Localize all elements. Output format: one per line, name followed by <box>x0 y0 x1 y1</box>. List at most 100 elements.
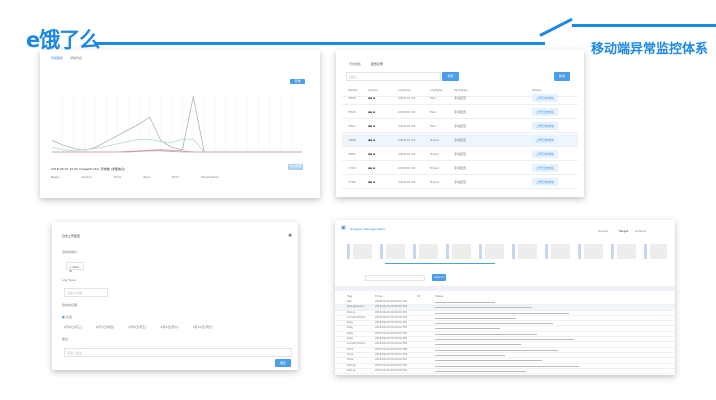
user-id-redacted: ▪▪ ▪ <box>368 124 376 128</box>
header-line-right <box>572 24 716 27</box>
log-time: 2018-06-24 09:00:00.341 <box>375 358 408 362</box>
table-cell: 7785 <box>348 180 356 184</box>
table-row[interactable]: 7825 2018-07-22 Taro 手动配置 上传日志成功 ▪▪ ▪ <box>342 106 578 119</box>
detail-header: Type <box>143 175 151 179</box>
pagination-bar[interactable] <box>335 286 675 291</box>
trend-chart-panel: 异常趋势 详情列表 查询 2018-06-07 15:00 ImageMonit… <box>40 50 320 198</box>
query-button[interactable]: 查询 <box>290 79 305 84</box>
date-checkbox[interactable]: 6月8日(周五) <box>128 325 146 329</box>
status-tag[interactable]: 上传日志成功 <box>532 164 559 172</box>
table-row[interactable]: 7817 2018-07-22 Taro 手动配置 上传日志成功 ▪▪ ▪ <box>342 120 578 133</box>
select-all-checkbox[interactable]: ■ 全选 <box>62 315 72 319</box>
log-value-bar <box>435 307 532 309</box>
config-records-panel: 异常收集 配置记录 请输入 搜索 新增 TaskId Userld LogTime L… <box>336 50 584 197</box>
log-value-bar <box>435 328 500 330</box>
tab-list[interactable]: 详情列表 <box>70 56 82 60</box>
table-cell: 2018-07-22 <box>398 138 416 142</box>
log-tag: Diag <box>347 321 353 325</box>
log-row[interactable]: Daring 2018-06-24 09:00:00.342 <box>335 368 675 375</box>
table-cell: 7801 <box>348 152 356 156</box>
user-id-redacted: ▪▪ ▪ <box>368 180 376 184</box>
log-time: 2018-06-24 09:00:00.338 <box>375 347 408 351</box>
table-cell: Taro <box>430 96 437 100</box>
user-id-redacted: ▪▪ ▪ <box>368 138 376 142</box>
date-checkbox[interactable]: 6月6日(周三) <box>64 325 82 329</box>
status-tag[interactable]: 上传日志成功 <box>532 122 559 130</box>
add-button[interactable]: 新增 <box>554 72 570 81</box>
table-cell: 手动配置 <box>454 96 467 100</box>
log-tag: DebugSession <box>347 305 365 309</box>
log-value-bar <box>435 339 574 341</box>
table-row[interactable]: 7833 2018-07-22 Taro 手动配置 上传日志成功 ▪▪ ▪ <box>342 92 578 105</box>
log-type-input[interactable]: 请输入内容 <box>64 288 108 297</box>
user-id-redacted: ▪▪ ▪ <box>368 110 376 114</box>
tab-source[interactable]: Source <box>598 229 608 233</box>
tab-trend[interactable]: 异常趋势 <box>51 56 63 60</box>
status-tag[interactable]: 上传日志成功 <box>532 94 559 102</box>
user-id-redacted: ▪▪ ▪ <box>368 152 376 156</box>
log-type-label: Log Type: <box>62 278 77 282</box>
search-button[interactable]: Search <box>432 274 446 281</box>
table-cell: Taro <box>430 110 437 114</box>
user-tag[interactable]: + New ID <box>66 262 84 273</box>
table-row[interactable]: 7785 2018-07-22 Trojan 手动配置 上传日志成功 ▪▪ ▪ <box>342 176 578 189</box>
table-cell: 手动配置 <box>454 110 467 114</box>
close-icon[interactable]: ✖ <box>288 233 292 239</box>
table-cell: Trojan <box>430 166 439 170</box>
export-button[interactable]: 导出数据 <box>288 164 303 170</box>
table-row[interactable]: 7801 2018-07-22 Trojan 手动配置 上传日志成功 ▪▪ ▪ <box>342 148 578 161</box>
log-time: 2018-06-24 09:00:00.333 <box>375 315 408 319</box>
date-checkbox[interactable]: 6月7日(周四) <box>96 325 114 329</box>
location-input[interactable] <box>365 275 425 281</box>
status-tag[interactable]: 上传日志成功 <box>532 108 559 116</box>
table-cell: 2018-07-22 <box>398 124 416 128</box>
tab-collect[interactable]: 异常收集 <box>349 62 361 66</box>
status-tag[interactable]: 上传日志成功 <box>532 150 559 158</box>
log-tag: Tools <box>347 358 354 362</box>
table-row[interactable]: 7793 2018-07-22 Trojan 手动配置 上传日志成功 ▪▪ ▪ <box>342 162 578 175</box>
search-button[interactable]: 搜索 <box>442 72 459 81</box>
detail-header: Time <box>113 175 122 179</box>
series-line <box>52 138 302 153</box>
tab-records[interactable]: 配置记录 <box>371 62 383 66</box>
table-cell: 2018-07-22 <box>398 152 416 156</box>
status-tag[interactable]: 上传日志成功 <box>532 136 559 144</box>
filter-checkboxes[interactable] <box>347 244 667 259</box>
table-cell: 手动配置 <box>454 124 467 128</box>
detail-title: 2018-06-07 15:00 ImageMonitor 异常数 (详细信息) <box>51 167 126 171</box>
table-cell: 手动配置 <box>454 180 467 184</box>
date-checkbox[interactable]: 6月10日(周日) <box>193 325 213 329</box>
tab-actions[interactable]: Actions <box>635 229 646 233</box>
submit-button[interactable]: 确定 <box>275 359 291 367</box>
range-slider[interactable] <box>385 263 495 264</box>
log-time: 2018-06-24 09:00:00.332 <box>375 305 408 309</box>
table-cell: 手动配置 <box>454 152 467 156</box>
tab-target[interactable]: Target <box>619 229 628 233</box>
detail-header: Error <box>172 175 180 179</box>
series-line <box>52 96 302 153</box>
table-cell: 7833 <box>348 96 356 100</box>
user-label: 选中的用户: <box>62 250 79 254</box>
log-tag: Diag <box>347 337 353 341</box>
trend-chart <box>52 94 302 153</box>
note-input[interactable]: 请输入备注 <box>64 348 292 357</box>
table-cell: Trojan <box>430 138 439 142</box>
table-cell: 2018-07-22 <box>398 180 416 184</box>
date-checkbox[interactable]: 6月9日(周六) <box>161 325 179 329</box>
log-time: 2018-06-24 09:00:00.342 <box>375 368 408 372</box>
table-cell: 7817 <box>348 124 356 128</box>
table-cell: 2018-07-22 <box>398 110 416 114</box>
detail-header: Device <box>81 175 92 179</box>
table-cell: Trojan <box>430 180 439 184</box>
detail-header: Begin <box>51 175 60 179</box>
log-value-bar <box>435 323 553 325</box>
log-time: 2018-06-24 09:00:00.335 <box>375 326 408 330</box>
status-tag[interactable]: 上传日志成功 <box>532 178 559 186</box>
log-time: 2018-06-24 09:00:00.342 <box>375 363 408 367</box>
column-header: Value <box>435 294 444 298</box>
user-id-redacted: ▪▪ ▪ <box>368 96 376 100</box>
search-input[interactable]: 请输入 <box>346 72 441 81</box>
date-label: 选中的日期: <box>62 303 79 307</box>
dialog-title: 日志上传配置 <box>62 234 81 238</box>
table-row[interactable]: 7809 2018-07-22 Trojan 手动配置 上传日志成功 ▪▪ ▪ <box>342 134 578 147</box>
